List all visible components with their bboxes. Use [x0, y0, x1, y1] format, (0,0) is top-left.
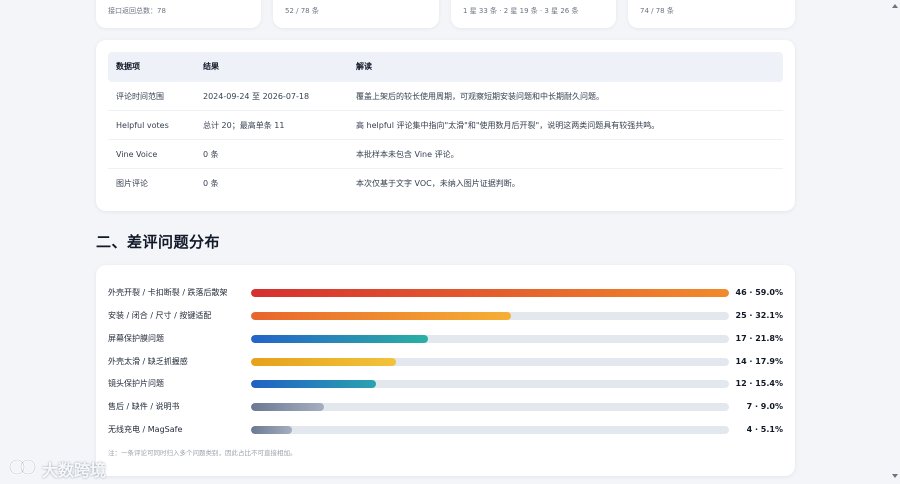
distribution-value: 12 · 15.4% [735, 379, 784, 388]
stat-card-text: 74 / 78 条 [640, 7, 674, 15]
stat-card-negative: 52 / 78 条 [273, 0, 439, 28]
table-cell-result: 总计 20；最高单条 11 [203, 121, 285, 130]
distribution-bar-fill [251, 403, 324, 411]
distribution-label: 外壳太滑 / 缺乏抓握感 [108, 357, 188, 366]
distribution-label: 外壳开裂 / 卡扣断裂 / 跌落后散架 [108, 288, 228, 297]
distribution-track [251, 335, 729, 343]
stat-card-verified: 74 / 78 条 [628, 0, 795, 28]
distribution-track [251, 380, 729, 388]
table-row: 评论时间范围 2024-09-24 至 2026-07-18 覆盖上架后的较长使… [108, 82, 783, 111]
distribution-bar-fill [251, 289, 729, 297]
table-header-note: 解读 [356, 62, 372, 71]
table-cell-item: 图片评论 [116, 179, 148, 188]
table-row: Vine Voice 0 条 本批样本未包含 Vine 评论。 [108, 140, 783, 169]
table-cell-note: 本次仅基于文字 VOC，未纳入图片证据判断。 [356, 179, 520, 188]
scrollbar[interactable] [890, 0, 900, 484]
table-cell-item: Helpful votes [116, 121, 169, 130]
table-header-result: 结果 [203, 62, 219, 71]
distribution-label: 售后 / 缺件 / 说明书 [108, 402, 180, 411]
table-row: Helpful votes 总计 20；最高单条 11 高 helpful 评论… [108, 111, 783, 140]
distribution-row: 外壳太滑 / 缺乏抓握感 14 · 17.9% [96, 355, 795, 369]
distribution-row: 镜头保护片问题 12 · 15.4% [96, 377, 795, 391]
distribution-bar-fill [251, 358, 397, 366]
stat-card-text: 接口返回总数：78 [108, 7, 166, 15]
distribution-row: 安装 / 闭合 / 尺寸 / 按键适配 25 · 32.1% [96, 309, 795, 323]
table-row: 图片评论 0 条 本次仅基于文字 VOC，未纳入图片证据判断。 [108, 169, 783, 198]
distribution-label: 安装 / 闭合 / 尺寸 / 按键适配 [108, 311, 212, 320]
table-header-item: 数据项 [116, 62, 140, 71]
table-cell-note: 本批样本未包含 Vine 评论。 [356, 150, 459, 159]
table-cell-item: Vine Voice [116, 150, 158, 159]
table-cell-note: 覆盖上架后的较长使用周期，可观察短期安装问题和中长期耐久问题。 [356, 92, 604, 101]
distribution-track [251, 358, 729, 366]
table-cell-note: 高 helpful 评论集中指向"太滑"和"使用数月后开裂"，说明这两类问题具有… [356, 121, 660, 130]
distribution-value: 17 · 21.8% [735, 334, 784, 343]
section-title: 二、差评问题分布 [96, 233, 221, 251]
data-table-card: 数据项 结果 解读 评论时间范围 2024-09-24 至 2026-07-18… [96, 40, 795, 211]
stat-card-total: 接口返回总数：78 [96, 0, 261, 28]
stat-card-text: 52 / 78 条 [285, 7, 319, 15]
distribution-label: 屏幕保护膜问题 [108, 334, 164, 343]
distribution-bar-fill [251, 380, 376, 388]
table-header-row: 数据项 结果 解读 [108, 52, 783, 82]
distribution-label: 无线充电 / MagSafe [108, 425, 183, 434]
distribution-track [251, 403, 729, 411]
distribution-value: 14 · 17.9% [735, 357, 784, 366]
distribution-value: 7 · 9.0% [746, 402, 783, 411]
stat-card-stars: 1 星 33 条 · 2 星 19 条 · 3 星 26 条 [451, 0, 616, 28]
watermark-text: 大数跨境 [42, 461, 107, 480]
distribution-bar-fill [251, 426, 293, 434]
table-cell-item: 评论时间范围 [116, 92, 164, 101]
scroll-up-arrow-icon[interactable] [892, 4, 898, 8]
distribution-note: 注：一条评论可同时归入多个问题类别，因此占比不可直接相加。 [108, 449, 297, 457]
distribution-track [251, 312, 729, 320]
brand-logo-icon [8, 458, 37, 476]
distribution-row: 屏幕保护膜问题 17 · 21.8% [96, 332, 795, 346]
distribution-value: 4 · 5.1% [746, 425, 783, 434]
distribution-row: 无线充电 / MagSafe 4 · 5.1% [96, 423, 795, 437]
distribution-track [251, 426, 729, 434]
table-cell-result: 0 条 [203, 179, 219, 188]
stat-card-text: 1 星 33 条 · 2 星 19 条 · 3 星 26 条 [463, 7, 579, 15]
table-cell-result: 0 条 [203, 150, 219, 159]
table-cell-result: 2024-09-24 至 2026-07-18 [203, 92, 310, 101]
distribution-track [251, 289, 729, 297]
distribution-bar-fill [251, 335, 428, 343]
distribution-label: 镜头保护片问题 [108, 379, 164, 388]
distribution-value: 25 · 32.1% [735, 311, 784, 320]
issue-distribution-card: 外壳开裂 / 卡扣断裂 / 跌落后散架 46 · 59.0% 安装 / 闭合 /… [96, 265, 795, 476]
distribution-value: 46 · 59.0% [735, 288, 784, 297]
distribution-row: 外壳开裂 / 卡扣断裂 / 跌落后散架 46 · 59.0% [96, 286, 795, 300]
distribution-bar-fill [251, 312, 512, 320]
distribution-row: 售后 / 缺件 / 说明书 7 · 9.0% [96, 400, 795, 414]
scroll-down-arrow-icon[interactable] [892, 474, 898, 478]
